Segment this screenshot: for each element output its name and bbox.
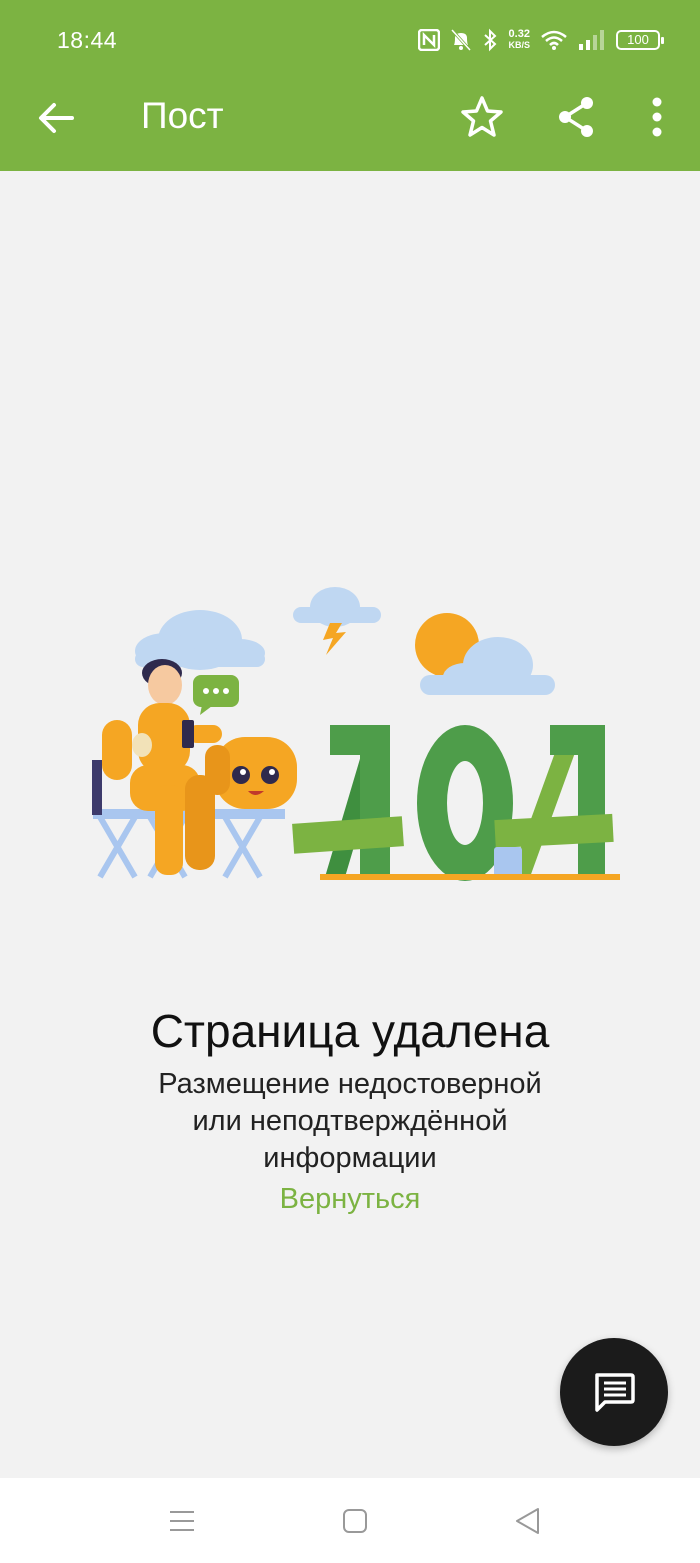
bluetooth-icon <box>484 28 497 52</box>
more-vert-icon[interactable] <box>640 94 674 140</box>
star-outline-icon[interactable] <box>459 94 505 140</box>
system-nav-bar <box>0 1478 700 1563</box>
app-bar: Пост <box>0 80 700 171</box>
signal-icon <box>579 30 604 50</box>
error-title: Страница удалена <box>150 1005 550 1057</box>
comment-icon <box>595 1373 635 1412</box>
status-time: 18:44 <box>57 27 118 53</box>
network-speed: 0.32 KB/S <box>508 29 530 51</box>
comments-fab[interactable] <box>560 1338 668 1446</box>
nfc-icon <box>418 29 441 51</box>
speed-value: 0.32 <box>508 28 530 40</box>
status-icons: 0.32 KB/S 100 <box>418 24 664 56</box>
battery-indicator: 100 <box>616 30 664 50</box>
mascot-character <box>205 737 297 809</box>
menu-icon[interactable] <box>165 1504 199 1538</box>
share-icon[interactable] <box>554 94 598 140</box>
page-title: Пост <box>141 95 224 136</box>
chat-bubble-icon <box>193 675 239 715</box>
error-404-illustration <box>92 587 620 881</box>
top-bar: 18:44 0.32 KB/S 100 Пост <box>0 0 700 171</box>
speed-unit: KB/S <box>508 40 530 50</box>
back-arrow-icon[interactable] <box>34 96 78 140</box>
mute-bell-icon <box>451 28 472 52</box>
text-404-graphic <box>292 725 620 881</box>
back-triangle-icon[interactable] <box>511 1504 545 1538</box>
cloud-storm <box>293 587 381 655</box>
error-subtitle: Размещение недостоверной или неподтвержд… <box>158 1068 542 1174</box>
sun-and-cloud <box>415 613 555 695</box>
return-link[interactable]: Вернуться <box>0 1183 700 1216</box>
wifi-icon <box>541 30 567 50</box>
home-square-icon[interactable] <box>338 1504 372 1538</box>
status-bar: 18:44 0.32 KB/S 100 <box>0 0 700 80</box>
